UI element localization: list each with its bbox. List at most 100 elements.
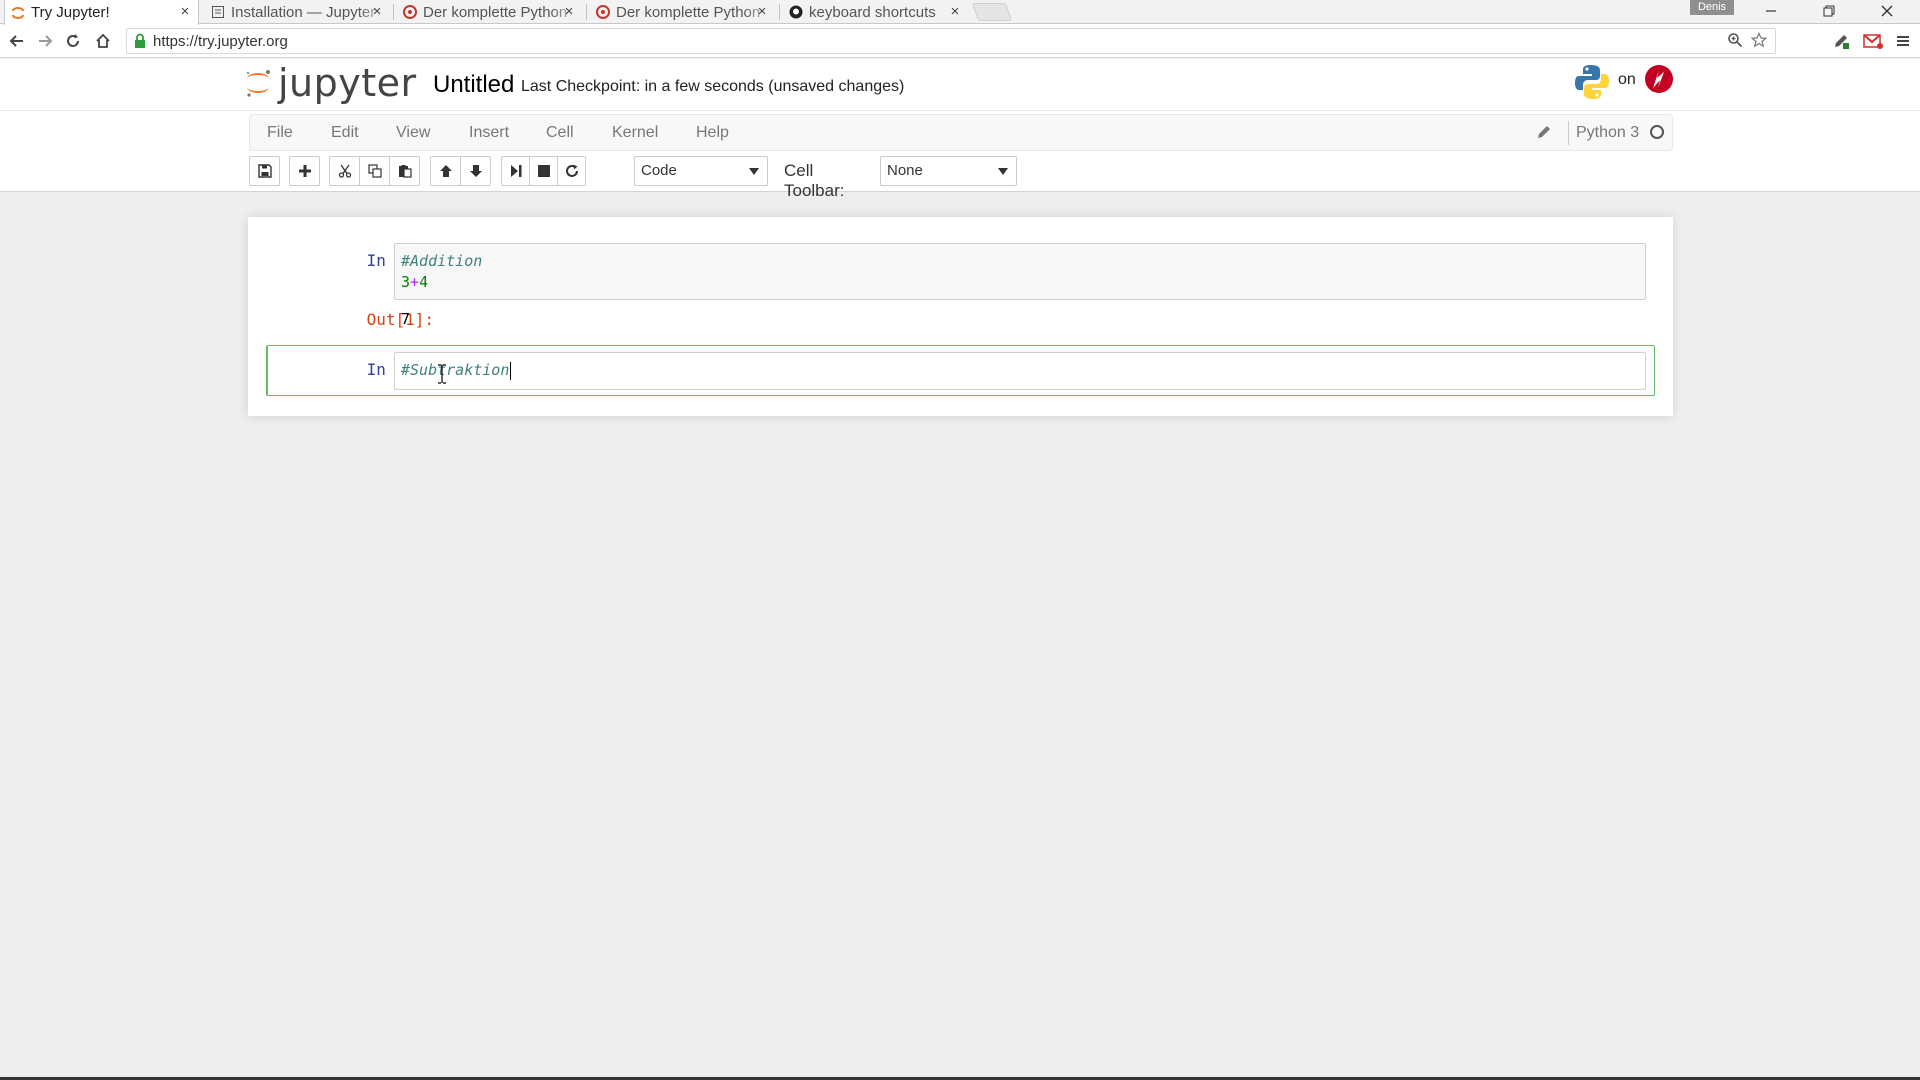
- tab-der-komplette-2[interactable]: Der komplette Python ×: [590, 0, 775, 24]
- divider: [1568, 121, 1569, 145]
- udemy-favicon-icon: [403, 5, 417, 19]
- forward-arrow-icon[interactable]: [34, 30, 56, 52]
- mouse-ibeam-cursor-icon: [438, 364, 446, 384]
- paste-button[interactable]: [389, 156, 420, 186]
- minimize-icon[interactable]: [1742, 0, 1800, 22]
- profile-badge[interactable]: Denis: [1690, 0, 1734, 15]
- move-cell-down-button[interactable]: [460, 156, 491, 186]
- copy-icon: [367, 164, 382, 178]
- code-comment: #Subtraktion: [401, 361, 510, 379]
- restart-kernel-button[interactable]: [557, 156, 586, 186]
- tab-separator: [586, 4, 587, 20]
- notebook-toolbar-area: File Edit View Insert Cell Kernel Help P…: [0, 110, 1920, 200]
- paste-icon: [398, 165, 412, 178]
- tab-title: Der komplette Python: [423, 3, 568, 21]
- menu-hamburger-icon[interactable]: [1892, 30, 1914, 52]
- gmail-icon[interactable]: [1862, 30, 1884, 52]
- menu-help[interactable]: Help: [696, 124, 729, 142]
- tab-der-komplette-1[interactable]: Der komplette Python ×: [397, 0, 582, 24]
- plus-icon: [298, 165, 311, 177]
- cell-type-value: Code: [641, 162, 677, 179]
- insert-cell-button[interactable]: [289, 156, 320, 186]
- code-line: 3+4: [401, 272, 1639, 293]
- tab-separator: [393, 4, 394, 20]
- move-cell-up-button[interactable]: [430, 156, 461, 186]
- notebook-name[interactable]: Untitled: [433, 71, 514, 99]
- menu-kernel[interactable]: Kernel: [612, 124, 658, 142]
- udemy-favicon-icon: [596, 5, 610, 19]
- step-forward-icon: [510, 165, 521, 177]
- bookmark-star-icon[interactable]: [1750, 32, 1768, 53]
- close-window-icon[interactable]: [1858, 0, 1916, 22]
- tab-title: Der komplette Python: [616, 3, 761, 21]
- cell-type-select[interactable]: Code: [634, 156, 768, 186]
- jupyter-header: jupyter Untitled Last Checkpoint: in a f…: [0, 59, 1920, 110]
- tab-try-jupyter[interactable]: Try Jupyter! ×: [4, 0, 199, 25]
- save-icon: [257, 164, 272, 178]
- menu-insert[interactable]: Insert: [469, 124, 509, 142]
- jupyter-logo-text: jupyter: [278, 61, 417, 105]
- tab-separator: [779, 4, 780, 20]
- rackspace-logo-icon: [1645, 65, 1673, 93]
- chevron-down-icon: [998, 168, 1008, 175]
- jupyter-logo-icon: [246, 70, 270, 97]
- cell-toolbar-label: Cell Toolbar:: [784, 161, 845, 200]
- menu-edit[interactable]: Edit: [331, 124, 359, 142]
- menu-file[interactable]: File: [267, 124, 293, 142]
- code-number: 3: [401, 273, 411, 291]
- jupyter-favicon-icon: [11, 6, 25, 20]
- chevron-down-icon: [749, 168, 759, 175]
- menu-view[interactable]: View: [396, 124, 430, 142]
- stop-icon: [537, 165, 550, 177]
- extension-pen-icon[interactable]: [1830, 30, 1852, 52]
- back-arrow-icon[interactable]: [6, 30, 28, 52]
- tab-keyboard-shortcuts[interactable]: keyboard shortcuts ×: [783, 0, 968, 24]
- kernel-idle-indicator-icon: [1650, 125, 1664, 139]
- address-bar[interactable]: https://try.jupyter.org: [126, 28, 1776, 54]
- hosted-on-label: on: [1618, 71, 1636, 88]
- lock-icon: [135, 33, 145, 48]
- notebook-container: In [1]: #Addition 3+4 Out[1]: 7 In [ ]: …: [248, 217, 1673, 416]
- document-favicon-icon: [211, 5, 225, 19]
- code-cell-input[interactable]: #Addition 3+4: [394, 243, 1646, 300]
- interrupt-kernel-button[interactable]: [529, 156, 558, 186]
- copy-button[interactable]: [359, 156, 390, 186]
- browser-tabstrip: Try Jupyter! × Installation — Jupyter × …: [0, 0, 1920, 25]
- text-cursor: [510, 361, 512, 380]
- home-icon[interactable]: [92, 30, 114, 52]
- menubar: File Edit View Insert Cell Kernel Help P…: [249, 114, 1673, 151]
- cell-output: 7: [401, 310, 411, 328]
- tab-title: Installation — Jupyter: [231, 3, 376, 21]
- code-operator: +: [410, 273, 420, 291]
- jupyter-logo[interactable]: jupyter: [244, 63, 417, 103]
- arrow-up-icon: [439, 165, 452, 177]
- tab-close-icon[interactable]: ×: [370, 3, 384, 20]
- github-favicon-icon: [789, 5, 803, 19]
- new-tab-button[interactable]: [971, 3, 1013, 21]
- code-comment: #Addition: [401, 252, 483, 270]
- tab-close-icon[interactable]: ×: [948, 3, 962, 20]
- cell-toolbar-select[interactable]: None: [880, 156, 1017, 186]
- cut-button[interactable]: [329, 156, 360, 186]
- tab-title: keyboard shortcuts: [809, 3, 936, 21]
- menu-cell[interactable]: Cell: [546, 124, 574, 142]
- code-cell-input[interactable]: #Subtraktion: [394, 352, 1646, 390]
- cut-icon: [338, 164, 351, 178]
- restore-icon[interactable]: [1800, 0, 1858, 22]
- checkpoint-status: Last Checkpoint: in a few seconds (unsav…: [521, 78, 905, 95]
- zoom-icon[interactable]: [1727, 32, 1743, 53]
- url-text: https://try.jupyter.org: [153, 32, 288, 50]
- arrow-down-icon: [469, 165, 482, 177]
- tab-close-icon[interactable]: ×: [178, 3, 192, 20]
- tab-close-icon[interactable]: ×: [562, 3, 576, 20]
- tab-close-icon[interactable]: ×: [755, 3, 769, 20]
- output-prompt: Out[1]:: [366, 310, 434, 329]
- run-cell-button[interactable]: [501, 156, 530, 186]
- python-logo-icon: [1575, 65, 1609, 99]
- reload-icon[interactable]: [62, 30, 84, 52]
- browser-toolbar: https://try.jupyter.org: [0, 24, 1920, 58]
- tab-title: Try Jupyter!: [31, 4, 110, 21]
- refresh-icon: [565, 164, 578, 177]
- tab-installation[interactable]: Installation — Jupyter ×: [205, 0, 390, 24]
- save-button[interactable]: [249, 156, 280, 186]
